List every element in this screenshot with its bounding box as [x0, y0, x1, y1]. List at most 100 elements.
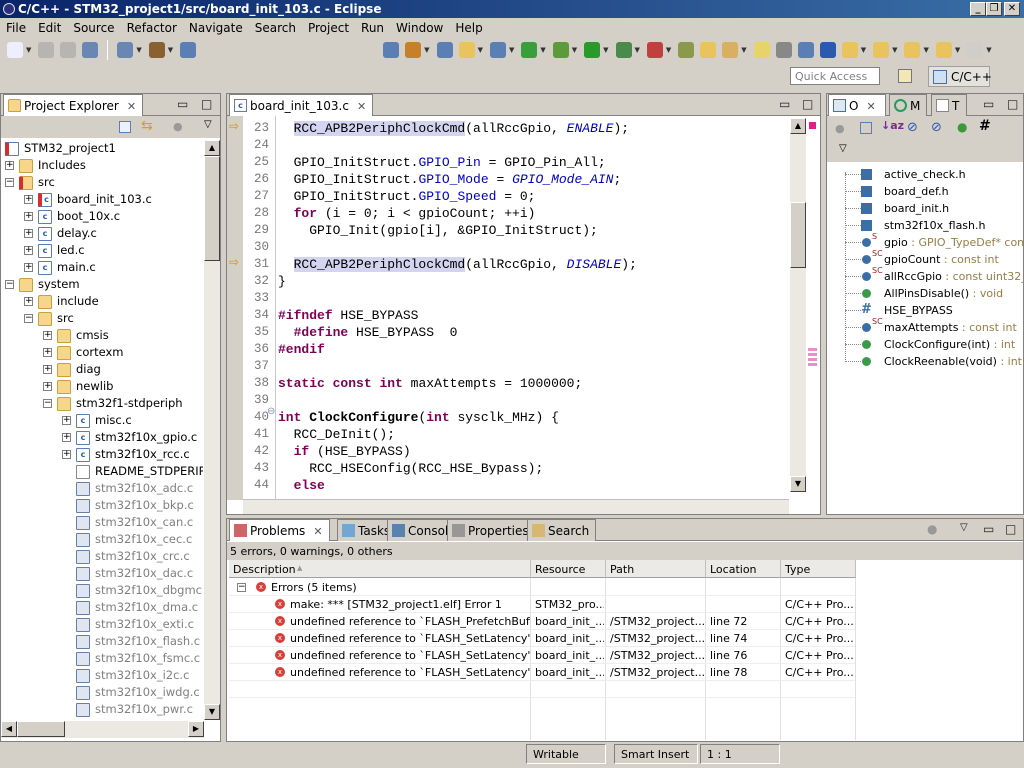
- expand-icon[interactable]: +: [24, 246, 33, 255]
- collapse-icon[interactable]: −: [5, 178, 14, 187]
- run-icon[interactable]: [584, 42, 601, 58]
- expand-icon[interactable]: +: [62, 416, 71, 425]
- menu-search[interactable]: Search: [249, 21, 302, 35]
- collapse-icon[interactable]: −: [237, 583, 246, 592]
- expand-icon[interactable]: +: [24, 263, 33, 272]
- new-icon[interactable]: [7, 42, 23, 58]
- outline-item[interactable]: stm32f10x_flash.h: [884, 217, 985, 234]
- tree-item[interactable]: STM32_project1: [5, 140, 116, 157]
- external-tools-icon[interactable]: [646, 42, 663, 58]
- menu-run[interactable]: Run: [355, 21, 390, 35]
- new-folder-icon[interactable]: [458, 42, 475, 58]
- open-folder-icon[interactable]: [700, 42, 717, 58]
- minimize-icon[interactable]: ▭: [983, 97, 994, 111]
- tree-item[interactable]: stm32f10x_adc.c: [62, 480, 193, 497]
- dropdown-arrow-icon[interactable]: ▼: [424, 46, 429, 54]
- close-icon[interactable]: ✕: [357, 100, 366, 113]
- dropdown-arrow-icon[interactable]: ▼: [26, 46, 31, 54]
- problem-group-errors[interactable]: − x Errors (5 items): [229, 579, 855, 596]
- tree-item[interactable]: stm32f10x_crc.c: [62, 548, 190, 565]
- outline-item[interactable]: board_init.h: [884, 200, 949, 217]
- explorer-vertical-scrollbar[interactable]: ▲ ▼: [204, 140, 220, 720]
- tree-item[interactable]: − src: [24, 310, 74, 327]
- scroll-down-button[interactable]: ▼: [790, 476, 806, 492]
- fold-collapse-icon[interactable]: ⊖: [267, 406, 275, 417]
- expand-icon[interactable]: +: [24, 195, 33, 204]
- problem-row[interactable]: x undefined reference to `FLASH_PrefetchB…: [229, 613, 855, 630]
- menu-project[interactable]: Project: [302, 21, 355, 35]
- filter-icon[interactable]: ●: [927, 522, 937, 536]
- dropdown-arrow-icon[interactable]: ▼: [986, 46, 991, 54]
- tree-item[interactable]: stm32f10x_iwdg.c: [62, 684, 200, 701]
- outline-item[interactable]: ClockConfigure(int) : int: [884, 336, 1015, 353]
- open-perspective-icon[interactable]: [898, 69, 912, 83]
- problem-row[interactable]: x undefined reference to `FLASH_SetLatenc…: [229, 630, 855, 647]
- editor-vertical-scrollbar[interactable]: ▲ ▼: [790, 118, 806, 492]
- sort-icon[interactable]: ↓az: [881, 119, 904, 132]
- explorer-horizontal-scrollbar[interactable]: ◀ ▶: [1, 721, 204, 738]
- dropdown-arrow-icon[interactable]: ▼: [635, 46, 640, 54]
- step-icon[interactable]: [775, 42, 792, 58]
- outline-item[interactable]: maxAttempts : const int: [884, 319, 1017, 336]
- new-cproject-icon[interactable]: [521, 42, 538, 58]
- dropdown-arrow-icon[interactable]: ▼: [861, 46, 866, 54]
- tree-item[interactable]: + include: [24, 293, 99, 310]
- expand-icon[interactable]: +: [43, 331, 52, 340]
- outline-item[interactable]: AllPinsDisable() : void: [884, 285, 1003, 302]
- expand-icon[interactable]: +: [62, 450, 71, 459]
- column-header-path[interactable]: Path: [606, 560, 706, 578]
- hide-non-public-icon[interactable]: ●: [957, 120, 967, 134]
- back-icon[interactable]: [935, 42, 952, 58]
- new-class-icon[interactable]: [436, 42, 453, 58]
- tree-item[interactable]: stm32f10x_dbgmcu.c: [62, 582, 203, 599]
- view-menu-icon[interactable]: ▽: [839, 143, 847, 154]
- tab-task-list[interactable]: T: [931, 94, 967, 116]
- tree-item[interactable]: stm32f10x_flash.c: [62, 633, 200, 650]
- tree-item[interactable]: stm32f10x_bkp.c: [62, 497, 194, 514]
- error-marker[interactable]: [809, 122, 816, 129]
- tree-item[interactable]: + c stm32f10x_gpio.c: [62, 429, 197, 446]
- tree-item[interactable]: stm32f10x_pwr.c: [62, 701, 193, 718]
- editor-horizontal-scrollbar[interactable]: [243, 499, 789, 514]
- tree-item[interactable]: README_STDPERIPH.: [62, 463, 203, 480]
- class-icon[interactable]: [405, 42, 422, 58]
- tab-project-explorer[interactable]: Project Explorer ✕: [3, 94, 144, 116]
- expand-icon[interactable]: +: [43, 382, 52, 391]
- marker-icon[interactable]: [722, 42, 739, 58]
- link-editor-icon[interactable]: ⇆: [141, 118, 153, 134]
- code-editor[interactable]: ⇨ 23 RCC_APB2PeriphClockCmd(allRccGpio, E…: [227, 120, 789, 500]
- tree-item[interactable]: − stm32f1-stdperiph: [43, 395, 183, 412]
- menu-source[interactable]: Source: [67, 21, 120, 35]
- maximize-button[interactable]: ❐: [986, 2, 1002, 16]
- new-file-icon[interactable]: [489, 42, 506, 58]
- tab-problems[interactable]: Problems ✕: [229, 519, 330, 541]
- menu-file[interactable]: File: [0, 21, 32, 35]
- tree-item[interactable]: stm32f10x_cec.c: [62, 531, 192, 548]
- dropdown-arrow-icon[interactable]: ▼: [168, 46, 173, 54]
- dropdown-arrow-icon[interactable]: ▼: [136, 46, 141, 54]
- occurrence-markers[interactable]: [808, 348, 817, 368]
- tree-item[interactable]: stm32f10x_can.c: [62, 514, 193, 531]
- dropdown-arrow-icon[interactable]: ▼: [509, 46, 514, 54]
- column-header-location[interactable]: Location: [706, 560, 781, 578]
- tree-item[interactable]: + cortexm: [43, 344, 123, 361]
- expand-icon[interactable]: +: [24, 229, 33, 238]
- outline-item[interactable]: allRccGpio : const uint32_t: [884, 268, 1023, 285]
- tab-search[interactable]: Search: [527, 519, 597, 541]
- scroll-thumb[interactable]: [790, 202, 806, 268]
- expand-icon[interactable]: +: [43, 365, 52, 374]
- tree-item[interactable]: + newlib: [43, 378, 113, 395]
- dropdown-arrow-icon[interactable]: ▼: [540, 46, 545, 54]
- view-menu-icon[interactable]: ▽: [204, 119, 212, 130]
- maximize-icon[interactable]: □: [1007, 97, 1018, 111]
- scroll-thumb[interactable]: [204, 156, 220, 261]
- filter-icon[interactable]: ●: [835, 122, 845, 135]
- last-edit-icon[interactable]: [904, 42, 921, 58]
- save-all-icon[interactable]: [60, 42, 77, 58]
- scroll-up-button[interactable]: ▲: [204, 140, 220, 156]
- expand-icon[interactable]: +: [5, 161, 14, 170]
- collapse-all-icon[interactable]: [860, 122, 872, 134]
- expand-icon[interactable]: +: [43, 348, 52, 357]
- build-config-icon[interactable]: [117, 42, 134, 58]
- h-scroll-thumb[interactable]: [17, 721, 65, 737]
